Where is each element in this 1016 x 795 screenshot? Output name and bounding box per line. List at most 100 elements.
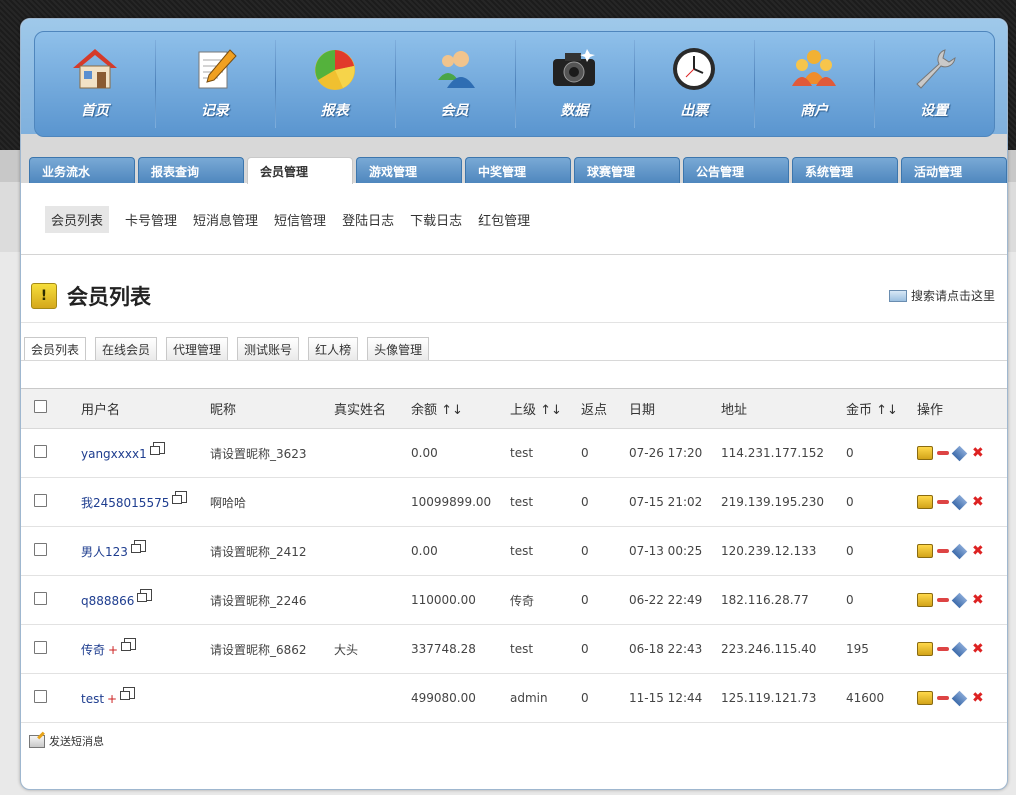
subnav-red-packet-management[interactable]: 红包管理: [478, 210, 530, 229]
nav-records[interactable]: 记录: [154, 32, 275, 136]
folder-icon[interactable]: [917, 642, 933, 656]
minus-icon[interactable]: [937, 647, 949, 651]
nav-tickets[interactable]: 出票: [634, 32, 754, 136]
pencil-icon[interactable]: [951, 592, 968, 608]
subnav-login-log[interactable]: 登陆日志: [342, 210, 394, 229]
subtab-agent-management[interactable]: 代理管理: [166, 337, 229, 361]
pencil-icon[interactable]: [951, 494, 968, 510]
parent-cell: admin: [510, 691, 548, 705]
subtab-online-members[interactable]: 在线会员: [95, 337, 158, 361]
date-cell: 07-26 17:20: [629, 446, 703, 460]
tab-member-management[interactable]: 会员管理: [247, 157, 353, 184]
minus-icon[interactable]: [937, 500, 949, 504]
copy-icon[interactable]: [130, 539, 146, 553]
username-link[interactable]: 我2458015575: [81, 496, 169, 510]
balance-cell: 0.00: [411, 544, 438, 558]
subtab-test-accounts[interactable]: 测试账号: [237, 337, 300, 361]
row-checkbox[interactable]: [34, 641, 47, 654]
rebate-cell: 0: [581, 593, 589, 607]
tab-system-management[interactable]: 系统管理: [792, 157, 898, 183]
folder-icon[interactable]: [917, 495, 933, 509]
pencil-icon[interactable]: [951, 690, 968, 706]
minus-icon[interactable]: [937, 598, 949, 602]
folder-icon[interactable]: [917, 446, 933, 460]
delete-icon[interactable]: ✖: [972, 446, 984, 460]
row-checkbox[interactable]: [34, 494, 47, 507]
search-panel-icon: [888, 289, 907, 302]
row-actions: ✖: [917, 641, 1007, 657]
tab-game-management[interactable]: 游戏管理: [356, 157, 462, 183]
copy-icon[interactable]: [137, 588, 153, 602]
delete-icon[interactable]: ✖: [972, 593, 984, 607]
nav-reports[interactable]: 报表: [274, 32, 395, 136]
tab-notice-management[interactable]: 公告管理: [683, 157, 789, 183]
main-window: 首页 记录 报表 会员 数据 出票 商户 设置 业务流水 报表查询 会员管理 游…: [20, 18, 1008, 790]
copy-icon[interactable]: [172, 490, 188, 504]
page-title: 会员列表: [67, 285, 151, 309]
minus-icon[interactable]: [937, 696, 949, 700]
subnav-card-management[interactable]: 卡号管理: [125, 210, 177, 229]
column-coins-sort[interactable]: 金币 ↑↓: [846, 389, 917, 429]
plus-marker[interactable]: +: [108, 643, 118, 657]
copy-icon[interactable]: [121, 637, 137, 651]
username-link[interactable]: test: [81, 692, 104, 706]
table-row: 传奇 + 请设置昵称_6862 大头 337748.28 test 0 06-18…: [21, 625, 1007, 674]
column-balance-sort[interactable]: 余额 ↑↓: [411, 389, 510, 429]
select-all-checkbox[interactable]: [34, 400, 47, 413]
pencil-icon[interactable]: [951, 641, 968, 657]
username-link[interactable]: 传奇: [81, 643, 105, 657]
subtab-member-list[interactable]: 会员列表: [24, 337, 87, 361]
nav-data[interactable]: 数据: [514, 32, 635, 136]
tab-activity-management[interactable]: 活动管理: [901, 157, 1007, 183]
row-checkbox[interactable]: [34, 543, 47, 556]
search-link[interactable]: 搜索请点击这里: [888, 287, 995, 304]
delete-icon[interactable]: ✖: [972, 691, 984, 705]
nav-settings[interactable]: 设置: [874, 32, 994, 136]
send-message-link[interactable]: 发送短消息: [29, 733, 104, 749]
nav-label: 设置: [920, 103, 949, 119]
folder-icon[interactable]: [917, 544, 933, 558]
tab-report-query[interactable]: 报表查询: [138, 157, 244, 183]
nav-members[interactable]: 会员: [394, 32, 515, 136]
column-parent-sort[interactable]: 上级 ↑↓: [510, 389, 581, 429]
nickname-cell: 啊哈哈: [210, 495, 247, 510]
username-link[interactable]: yangxxxx1: [81, 447, 147, 461]
subnav-member-list[interactable]: 会员列表: [45, 206, 110, 233]
tab-match-management[interactable]: 球赛管理: [574, 157, 680, 183]
subnav-message-management[interactable]: 短消息管理: [193, 210, 258, 229]
wrench-icon: [916, 49, 956, 89]
minus-icon[interactable]: [937, 549, 949, 553]
minus-icon[interactable]: [937, 451, 949, 455]
username-link[interactable]: q888866: [81, 594, 134, 608]
subnav-download-log[interactable]: 下载日志: [410, 210, 462, 229]
column-date: 日期: [629, 403, 656, 418]
row-actions: ✖: [917, 494, 1007, 510]
subnav-sms-management[interactable]: 短信管理: [274, 210, 326, 229]
balance-cell: 110000.00: [411, 593, 476, 607]
subtab-top-users[interactable]: 红人榜: [308, 337, 359, 361]
house-icon: [72, 49, 117, 89]
row-checkbox[interactable]: [34, 592, 47, 605]
plus-marker[interactable]: +: [107, 692, 117, 706]
copy-icon[interactable]: [120, 686, 136, 700]
send-message-label: 发送短消息: [49, 735, 104, 748]
pencil-icon[interactable]: [951, 543, 968, 559]
nav-label: 首页: [80, 103, 109, 119]
nav-home[interactable]: 首页: [35, 32, 155, 136]
nav-merchants[interactable]: 商户: [754, 32, 874, 136]
copy-icon[interactable]: [149, 441, 165, 455]
pencil-icon[interactable]: [951, 445, 968, 461]
tab-business-flow[interactable]: 业务流水: [29, 157, 135, 183]
row-checkbox[interactable]: [34, 690, 47, 703]
tab-prize-management[interactable]: 中奖管理: [465, 157, 571, 183]
subtab-avatar-management[interactable]: 头像管理: [367, 337, 430, 361]
folder-icon[interactable]: [917, 593, 933, 607]
delete-icon[interactable]: ✖: [972, 642, 984, 656]
folder-icon[interactable]: [917, 691, 933, 705]
date-cell: 06-22 22:49: [629, 593, 703, 607]
row-checkbox[interactable]: [34, 445, 47, 458]
username-link[interactable]: 男人123: [81, 545, 128, 559]
realname-cell: 大头: [334, 642, 359, 657]
delete-icon[interactable]: ✖: [972, 495, 984, 509]
delete-icon[interactable]: ✖: [972, 544, 984, 558]
